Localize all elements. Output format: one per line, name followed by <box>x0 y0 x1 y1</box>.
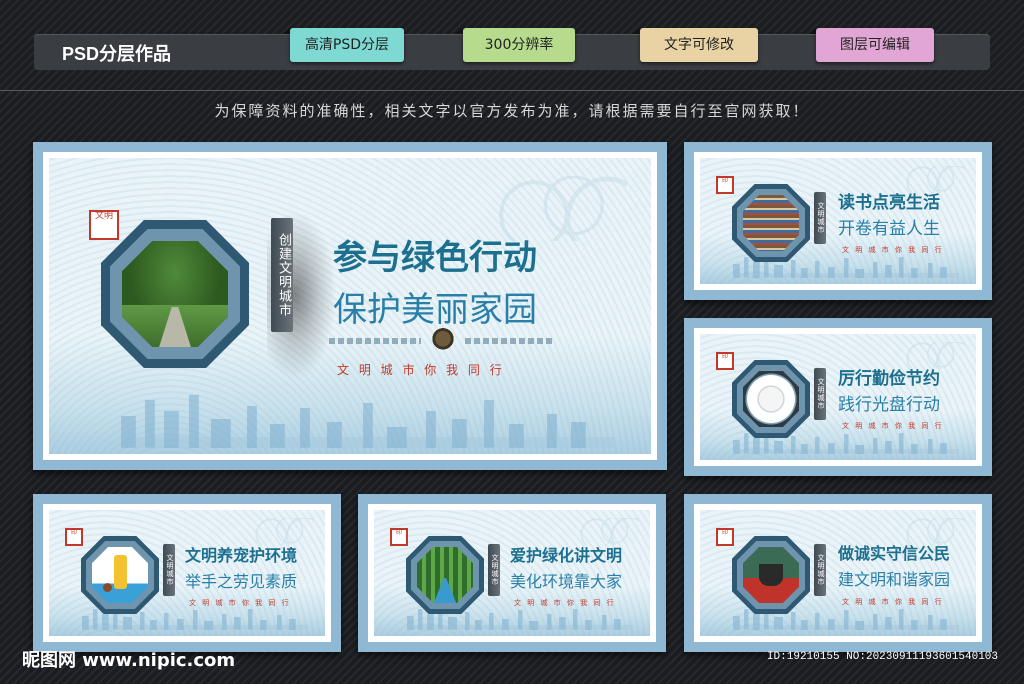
divider <box>0 90 1024 91</box>
vertical-banner: 文明城市 <box>814 368 826 420</box>
red-seal-stamp: 印 <box>716 352 734 370</box>
main-board: 文明 创建文明城市 参与绿色行动 保护美丽家园 文 明 城 市 你 我 同 行 <box>33 142 667 470</box>
card-slogan: 文 明 城 市 你 我 同 行 <box>189 599 291 607</box>
meander-right <box>465 338 555 344</box>
tag-hd-psd: 高清PSD分层 <box>282 28 404 62</box>
photo-frame-octagon <box>732 184 810 262</box>
photo-frame-octagon <box>406 536 484 614</box>
card-slogan: 文 明 城 市 你 我 同 行 <box>842 246 944 254</box>
photo-frame-octagon <box>732 360 810 438</box>
card-subtitle: 举手之劳见素质 <box>185 572 298 591</box>
dog-walker-photo <box>91 546 149 604</box>
card-title: 爱护绿化讲文明 <box>510 546 623 565</box>
red-seal-stamp: 印 <box>390 528 408 546</box>
card-title: 厉行勤俭节约 <box>838 369 940 389</box>
red-seal-stamp: 文明 <box>89 210 119 240</box>
photo-frame-octagon <box>101 220 249 368</box>
card-subtitle: 开卷有益人生 <box>838 219 940 239</box>
card-subtitle: 践行光盘行动 <box>838 395 940 415</box>
red-seal-stamp: 印 <box>716 176 734 194</box>
main-slogan: 文 明 城 市 你 我 同 行 <box>337 363 505 377</box>
photo-frame-octagon <box>732 536 810 614</box>
image-id: ID:19210155 NO:20230911193601540103 <box>766 651 998 663</box>
library-photo <box>742 194 800 252</box>
empty-plate-photo <box>742 370 800 428</box>
bronze-ding-icon <box>429 328 457 352</box>
main-title: 参与绿色行动 <box>333 238 537 278</box>
board-integrity: 印 文明城市 做诚实守信公民 建文明和谐家园 文 明 城 市 你 我 同 行 <box>684 494 992 652</box>
main-subtitle: 保护美丽家园 <box>333 290 537 330</box>
vertical-banner: 文明城市 <box>488 544 500 596</box>
card-subtitle: 美化环境靠大家 <box>510 572 623 591</box>
city-skyline <box>121 394 615 448</box>
psd-title: PSD分层作品 <box>62 44 172 64</box>
card-subtitle: 建文明和谐家园 <box>838 570 951 589</box>
card-title: 读书点亮生活 <box>838 193 940 213</box>
board-reading: 印 文明城市 读书点亮生活 开卷有益人生 文 明 城 市 你 我 同 行 <box>684 142 992 300</box>
tag-resolution: 300分辨率 <box>455 28 575 62</box>
notice-text: 为保障资料的准确性，相关文字以官方发布为准，请根据需要自行至官网获取！ <box>214 102 810 120</box>
bronze-ding-photo <box>742 546 800 604</box>
main-board-panel: 文明 创建文明城市 参与绿色行动 保护美丽家园 文 明 城 市 你 我 同 行 <box>49 158 651 454</box>
board-greening: 印 文明城市 爱护绿化讲文明 美化环境靠大家 文 明 城 市 你 我 同 行 <box>358 494 666 652</box>
vertical-banner: 文明城市 <box>163 544 175 596</box>
vertical-banner: 创建文明城市 <box>271 218 293 332</box>
board-thrift: 印 文明城市 厉行勤俭节约 践行光盘行动 文 明 城 市 你 我 同 行 <box>684 318 992 476</box>
red-seal-stamp: 印 <box>65 528 83 546</box>
tag-text-editable: 文字可修改 <box>632 28 758 62</box>
photo-frame-octagon <box>81 536 159 614</box>
vertical-banner: 文明城市 <box>814 192 826 244</box>
site-watermark: 昵图网 www.nipic.com <box>22 650 236 671</box>
board-pets: 印 文明城市 文明养宠护环境 举手之劳见素质 文 明 城 市 你 我 同 行 <box>33 494 341 652</box>
tag-layer-editable: 图层可编辑 <box>808 28 934 62</box>
card-title: 做诚实守信公民 <box>838 544 951 563</box>
vertical-banner: 文明城市 <box>814 544 826 596</box>
card-slogan: 文 明 城 市 你 我 同 行 <box>842 422 944 430</box>
card-title: 文明养宠护环境 <box>185 546 298 565</box>
card-slogan: 文 明 城 市 你 我 同 行 <box>514 599 616 607</box>
card-slogan: 文 明 城 市 你 我 同 行 <box>842 598 944 606</box>
tree-road-photo <box>416 546 474 604</box>
red-seal-stamp: 印 <box>716 528 734 546</box>
meander-left <box>329 338 421 344</box>
garden-photo <box>121 240 229 348</box>
